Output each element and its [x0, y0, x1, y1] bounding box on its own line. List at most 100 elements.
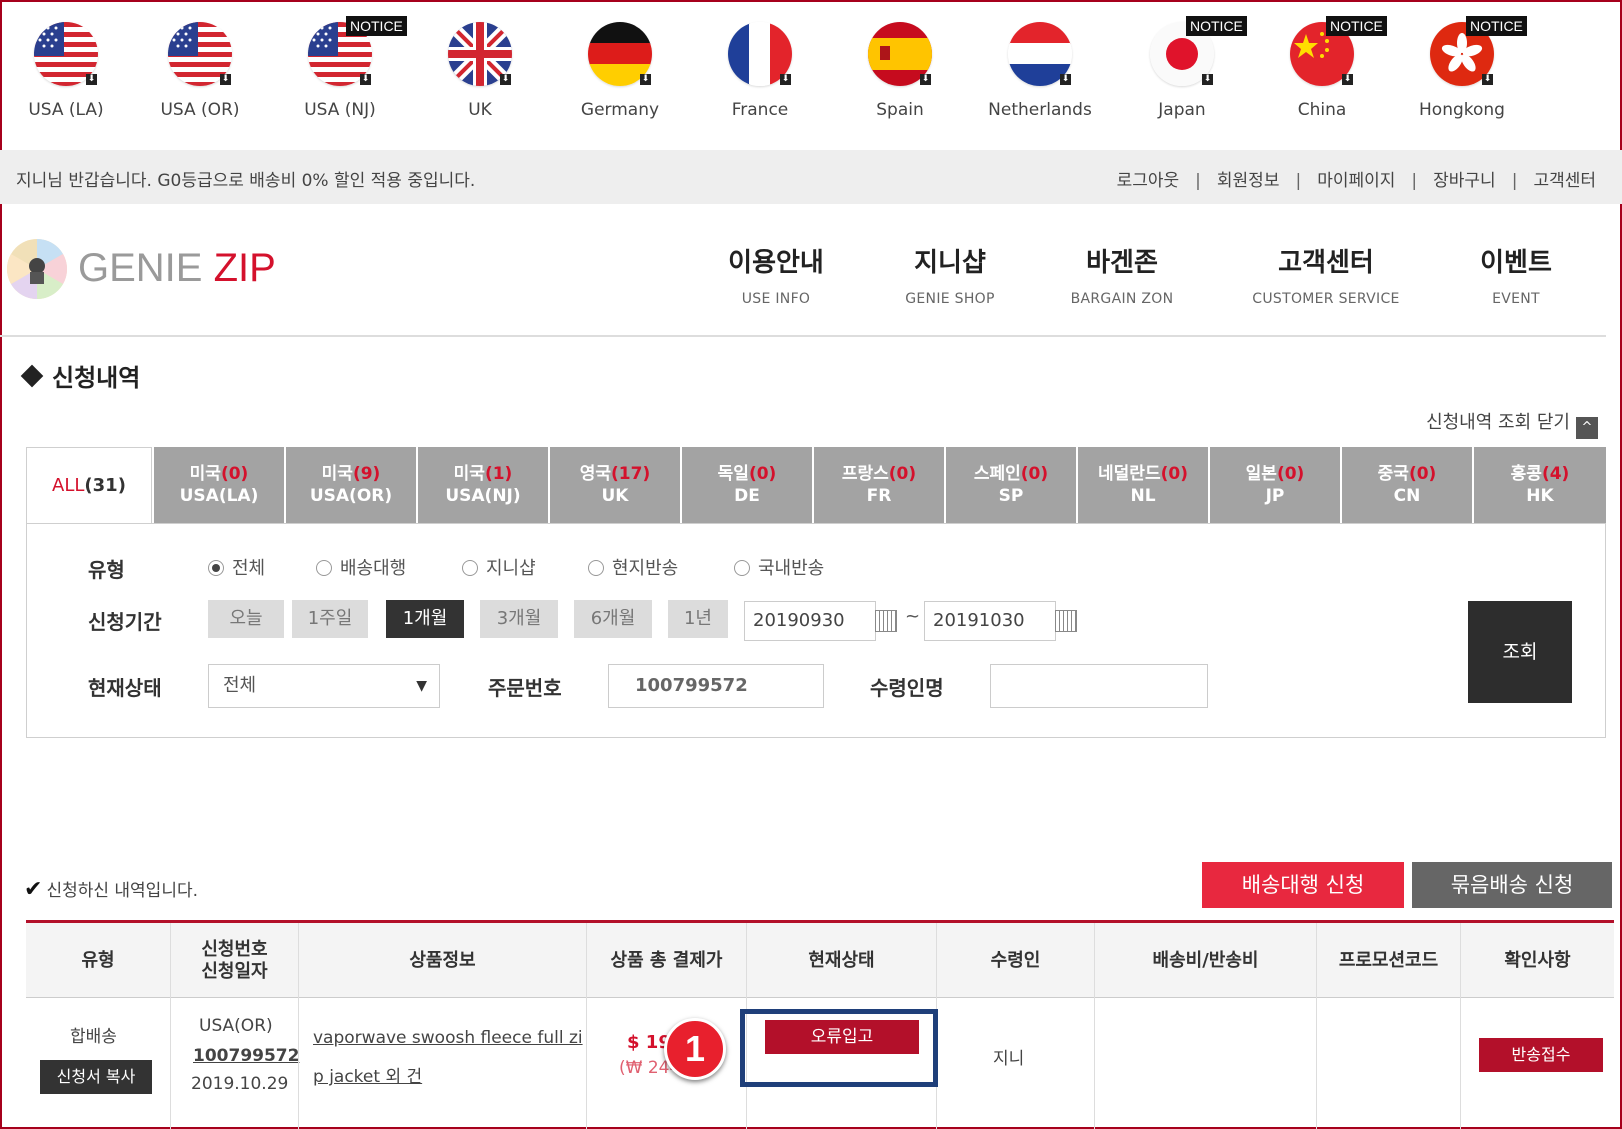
- period-today-button[interactable]: 오늘: [208, 600, 284, 638]
- tab-hk[interactable]: 홍콩(4) HK: [1472, 447, 1606, 524]
- tab-name: 미국: [321, 464, 353, 484]
- flag-usa-la[interactable]: ⬇ USA (LA): [6, 22, 126, 120]
- nav-event[interactable]: 이벤트 EVENT: [1466, 242, 1566, 307]
- shipping-request-button[interactable]: 배송대행 신청: [1202, 862, 1404, 908]
- tab-uk[interactable]: 영국(17) UK: [548, 447, 680, 524]
- page-title: 신청내역: [20, 358, 141, 393]
- recipient-label: 수령인명: [870, 676, 944, 700]
- tab-name: 중국: [1377, 464, 1409, 484]
- tab-sp[interactable]: 스페인(0) SP: [944, 447, 1076, 524]
- order-number-input[interactable]: 100799572: [608, 664, 824, 708]
- period-3months-button[interactable]: 3개월: [480, 600, 558, 638]
- tab-jp[interactable]: 일본(0) JP: [1208, 447, 1340, 524]
- type-value: 합배송: [70, 1027, 117, 1047]
- nav-label: 고객센터: [1278, 248, 1374, 278]
- tab-count: (0): [1276, 464, 1305, 484]
- period-1week-button[interactable]: 1주일: [292, 600, 368, 638]
- calendar-icon[interactable]: [1055, 610, 1077, 632]
- flag-label: USA (OR): [160, 100, 240, 120]
- copy-request-button[interactable]: 신청서 복사: [40, 1060, 152, 1094]
- logout-link[interactable]: 로그아웃: [1117, 171, 1180, 191]
- calendar-icon[interactable]: [875, 610, 897, 632]
- tab-sub: UK: [601, 486, 629, 506]
- tab-all[interactable]: ALL(31): [26, 447, 152, 524]
- column-header: 배송비/반송비: [1094, 923, 1316, 998]
- flag-germany[interactable]: ⬇ Germany: [560, 22, 680, 120]
- product-link[interactable]: vaporwave swoosh fleece full zi: [313, 1028, 583, 1048]
- tab-cn[interactable]: 중국(0) CN: [1340, 447, 1472, 524]
- member-info-link[interactable]: 회원정보: [1217, 171, 1280, 191]
- tab-usa-or[interactable]: 미국(9) USA(OR): [284, 447, 416, 524]
- tab-count: (0): [1408, 464, 1437, 484]
- flag-china[interactable]: ⬇ China: [1262, 22, 1382, 120]
- order-number-link[interactable]: 100799572: [193, 1046, 299, 1066]
- column-header: 상품 총 결제가: [586, 923, 746, 998]
- cell-action: 반송접수: [1460, 998, 1614, 1129]
- notice-badge[interactable]: NOTICE: [346, 16, 407, 36]
- date-range-tilde: ~: [905, 606, 921, 627]
- logo-icon[interactable]: [6, 238, 68, 300]
- tab-nl[interactable]: 네덜란드(0) NL: [1076, 447, 1208, 524]
- flag-label: Netherlands: [988, 100, 1092, 120]
- tab-sub: USA(NJ): [445, 486, 521, 506]
- tab-fr[interactable]: 프랑스(0) FR: [812, 447, 944, 524]
- tab-usa-la[interactable]: 미국(0) USA(LA): [152, 447, 284, 524]
- tab-usa-nj[interactable]: 미국(1) USA(NJ): [416, 447, 548, 524]
- radio-type-local-return[interactable]: 현지반송: [588, 554, 678, 580]
- product-link[interactable]: p jacket 외 건: [313, 1062, 422, 1087]
- search-button[interactable]: 조회: [1468, 601, 1572, 703]
- radio-type-shipping[interactable]: 배송대행: [316, 554, 406, 580]
- results-note: ✔ 신청하신 내역입니다.: [24, 876, 198, 902]
- tab-sub: NL: [1130, 486, 1156, 506]
- radio-type-genieshop[interactable]: 지니샵: [462, 554, 536, 580]
- period-1month-button[interactable]: 1개월: [386, 600, 464, 638]
- nav-bargain-zone[interactable]: 바겐존 BARGAIN ZON: [1062, 242, 1182, 307]
- flag-uk[interactable]: ⬇ UK: [420, 22, 540, 120]
- cell-order: USA(OR) 100799572 2019.10.29: [170, 998, 299, 1129]
- flag-netherlands[interactable]: ⬇ Netherlands: [980, 22, 1100, 120]
- page-title-text: 신청내역: [52, 364, 141, 392]
- logo-text[interactable]: GENIE ZIP: [78, 246, 276, 291]
- flag-usa-nj[interactable]: ⬇ USA (NJ): [280, 22, 400, 120]
- return-request-button[interactable]: 반송접수: [1479, 1038, 1603, 1072]
- flag-label: China: [1297, 100, 1347, 120]
- flag-japan[interactable]: ⬇ Japan: [1122, 22, 1242, 120]
- column-header: 확인사항: [1460, 923, 1614, 998]
- tab-de[interactable]: 독일(0) DE: [680, 447, 812, 524]
- radio-type-all[interactable]: 전체: [208, 554, 265, 580]
- nav-customer-service[interactable]: 고객센터 CUSTOMER SERVICE: [1246, 242, 1406, 307]
- nav-use-info[interactable]: 이용안내 USE INFO: [716, 242, 836, 307]
- flag-france[interactable]: ⬇ France: [700, 22, 820, 120]
- notice-badge[interactable]: NOTICE: [1466, 16, 1527, 36]
- status-select[interactable]: 전체 ▼: [208, 664, 440, 708]
- flag-hongkong[interactable]: ⬇ Hongkong: [1402, 22, 1522, 120]
- radio-type-domestic-return[interactable]: 국내반송: [734, 554, 824, 580]
- status-label: 현재상태: [88, 676, 162, 700]
- mypage-link[interactable]: 마이페이지: [1317, 171, 1395, 191]
- download-icon: ⬇: [86, 74, 97, 85]
- customer-center-link[interactable]: 고객센터: [1533, 171, 1596, 191]
- tab-name: 스페인: [973, 464, 1021, 484]
- header-divider: [0, 335, 1606, 337]
- date-to-input[interactable]: 20191030: [924, 601, 1056, 641]
- flag-spain[interactable]: ⬇ Spain: [840, 22, 960, 120]
- period-6months-button[interactable]: 6개월: [574, 600, 652, 638]
- cell-type: 합배송 신청서 복사: [26, 998, 170, 1129]
- nav-genie-shop[interactable]: 지니샵 GENIE SHOP: [890, 242, 1010, 307]
- close-query-toggle[interactable]: 신청내역 조회 닫기 ^: [1426, 408, 1598, 439]
- period-1year-button[interactable]: 1년: [668, 600, 728, 638]
- notice-badge[interactable]: NOTICE: [1186, 16, 1247, 36]
- tab-count: (0): [748, 464, 777, 484]
- tab-sub: SP: [998, 486, 1024, 506]
- radio-dot: [208, 560, 224, 576]
- cart-link[interactable]: 장바구니: [1433, 171, 1496, 191]
- highlight-box: [740, 1009, 938, 1087]
- date-from-input[interactable]: 20190930: [744, 601, 876, 641]
- radio-dot: [316, 560, 332, 576]
- notice-badge[interactable]: NOTICE: [1326, 16, 1387, 36]
- tab-count: (0): [888, 464, 917, 484]
- cell-promo-code: [1316, 998, 1460, 1129]
- bundle-shipping-button[interactable]: 묶음배송 신청: [1412, 862, 1612, 908]
- recipient-input[interactable]: [990, 664, 1208, 708]
- flag-usa-or[interactable]: ⬇ USA (OR): [140, 22, 260, 120]
